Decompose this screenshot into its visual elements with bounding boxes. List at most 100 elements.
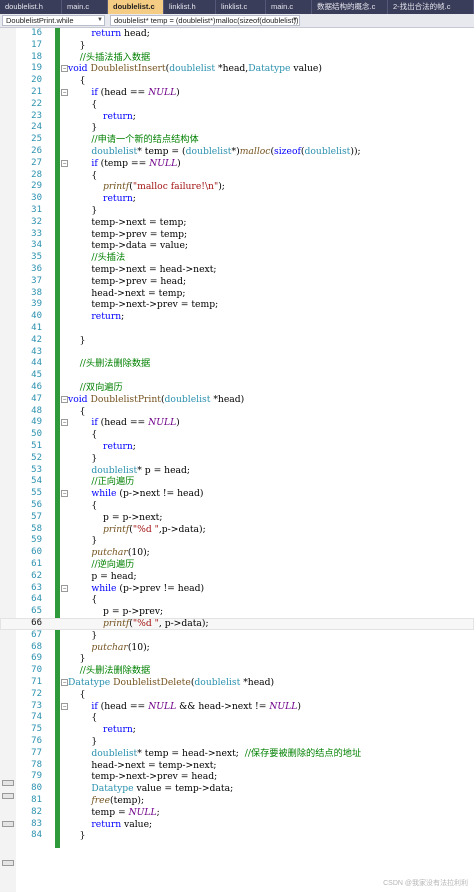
code-line[interactable]: 83 return value;	[0, 819, 474, 831]
code-line[interactable]: 73 − if (head == NULL && head->next != NU…	[0, 701, 474, 713]
tab-4[interactable]: linklist.h	[164, 0, 216, 14]
code-line[interactable]: 35 //头插法	[0, 252, 474, 264]
line-number: 58	[31, 523, 42, 534]
line-number: 18	[31, 51, 42, 62]
code-line[interactable]: 19 − void DoublelistInsert(doublelist *hea…	[0, 63, 474, 75]
code-line[interactable]: 44 //头删法删除数据	[0, 358, 474, 370]
code-line[interactable]: 48 {	[0, 406, 474, 418]
code-line[interactable]: 46 //双向遍历	[0, 382, 474, 394]
scope-dropdown[interactable]: DoublelistPrint.while ▼	[2, 15, 105, 26]
code-line[interactable]: 34 temp->data = value;	[0, 240, 474, 252]
code-line[interactable]: 47 − void DoublelistPrint(doublelist *head…	[0, 394, 474, 406]
code-line[interactable]: 22 {	[0, 99, 474, 111]
code-line[interactable]: 62 p = head;	[0, 571, 474, 583]
tab-1[interactable]: doublelist.h	[0, 0, 62, 14]
line-number: 81	[31, 795, 42, 805]
code-line[interactable]: 50 {	[0, 429, 474, 441]
code-text: return;	[103, 110, 136, 122]
tab-5[interactable]: linklist.c	[216, 0, 266, 14]
code-line[interactable]: 80 Datatype value = temp->data;	[0, 783, 474, 795]
code-line[interactable]: 70 //头删法删除数据	[0, 665, 474, 677]
code-line[interactable]: 43	[0, 347, 474, 359]
code-line[interactable]: 29 printf("malloc failure!\n");	[0, 181, 474, 193]
collapse-icon[interactable]: −	[61, 584, 68, 592]
code-editor[interactable]: 16 return head; 17 } 18 //头插法插入数据 19− void D…	[0, 28, 474, 892]
code-line[interactable]: 31 }	[0, 205, 474, 217]
line-number: 44	[31, 358, 42, 369]
tab-2[interactable]: main.c	[62, 0, 108, 14]
code-line[interactable]: 71 − Datatype DoublelistDelete(doublelist …	[0, 677, 474, 689]
code-line[interactable]: 75 return;	[0, 724, 474, 736]
line-number: 33	[31, 228, 42, 239]
code-line[interactable]: 40 return;	[0, 311, 474, 323]
code-line[interactable]: 67 }	[0, 630, 474, 642]
code-line[interactable]: 26 doublelist* temp = (doublelist*)mallo…	[0, 146, 474, 158]
collapse-icon[interactable]: −	[61, 89, 68, 96]
collapse-icon[interactable]: −	[61, 490, 68, 498]
collapse-icon[interactable]: −	[61, 159, 68, 167]
code-line[interactable]: 28 {	[0, 170, 474, 182]
code-line[interactable]: 23 return;	[0, 111, 474, 123]
code-line[interactable]: 16 return head;	[0, 28, 474, 40]
code-line[interactable]: 74 {	[0, 712, 474, 724]
collapse-icon[interactable]: −	[61, 419, 68, 427]
code-line[interactable]: 45	[0, 370, 474, 382]
collapse-icon[interactable]: −	[61, 395, 68, 403]
code-line[interactable]: 51 return;	[0, 441, 474, 453]
code-line[interactable]: 79 temp->next->prev = head;	[0, 771, 474, 783]
line-number: 80	[31, 783, 42, 794]
code-line[interactable]: 17 }	[0, 40, 474, 52]
tab-8[interactable]: 2-找出合法的帧.c	[388, 0, 474, 14]
code-line[interactable]: 66 printf("%d ", p->data);	[0, 618, 474, 630]
code-line[interactable]: 18 //头插法插入数据	[0, 52, 474, 64]
code-line[interactable]: 61 //逆向遍历	[0, 559, 474, 571]
code-line[interactable]: 21 − if (head == NULL)	[0, 87, 474, 99]
code-line[interactable]: 82 temp = NULL;	[0, 807, 474, 819]
code-line[interactable]: 60 putchar(10);	[0, 547, 474, 559]
code-line[interactable]: 37 temp->prev = head;	[0, 276, 474, 288]
code-line[interactable]: 57 p = p->next;	[0, 512, 474, 524]
code-line[interactable]: 69 }	[0, 653, 474, 665]
code-line[interactable]: 76 }	[0, 736, 474, 748]
code-line[interactable]: 59 }	[0, 535, 474, 547]
code-line[interactable]: 42 }	[0, 335, 474, 347]
code-line[interactable]: 30 return;	[0, 193, 474, 205]
code-line[interactable]: 56 {	[0, 500, 474, 512]
code-line[interactable]: 63 − while (p->prev != head)	[0, 583, 474, 595]
code-line[interactable]: 39 temp->next->prev = temp;	[0, 299, 474, 311]
code-line[interactable]: 77 doublelist* temp = head->next; //保存要被…	[0, 748, 474, 760]
code-line[interactable]: 33 temp->prev = temp;	[0, 229, 474, 241]
code-line[interactable]: 55 − while (p->next != head)	[0, 488, 474, 500]
line-number: 31	[31, 205, 42, 215]
code-line[interactable]: 49 − if (head == NULL)	[0, 417, 474, 429]
code-line[interactable]: 72 {	[0, 689, 474, 701]
code-text: temp->next = head->next;	[68, 264, 217, 275]
tab-3[interactable]: doublelist.c	[108, 0, 164, 14]
code-text: }	[68, 39, 86, 51]
code-line[interactable]: 41	[0, 323, 474, 335]
code-line[interactable]: 53 doublelist* p = head;	[0, 465, 474, 477]
code-line[interactable]: 24 }	[0, 122, 474, 134]
code-line[interactable]: 58 printf("%d ",p->data);	[0, 524, 474, 536]
code-line[interactable]: 36 temp->next = head->next;	[0, 264, 474, 276]
code-line[interactable]: 84 }	[0, 830, 474, 842]
member-dropdown[interactable]: doublelist* temp = (doublelist*)malloc(s…	[110, 15, 300, 26]
code-line[interactable]: 64 {	[0, 594, 474, 606]
code-line[interactable]: 68 putchar(10);	[0, 642, 474, 654]
code-line[interactable]: 25 //申请一个新的结点结构体	[0, 134, 474, 146]
code-line[interactable]: 65 p = p->prev;	[0, 606, 474, 618]
code-line[interactable]: 38 head->next = temp;	[0, 288, 474, 300]
collapse-icon[interactable]: −	[61, 679, 68, 686]
code-line[interactable]: 20 {	[0, 75, 474, 87]
code-line[interactable]: 27 − if (temp == NULL)	[0, 158, 474, 170]
tab-7[interactable]: 数据结构的概念.c	[312, 0, 388, 14]
code-line[interactable]: 81 free(temp);	[0, 795, 474, 807]
code-line[interactable]: 78 head->next = temp->next;	[0, 760, 474, 772]
collapse-icon[interactable]: −	[61, 65, 68, 73]
watermark: CSDN @我家没有法拉利利	[383, 880, 468, 887]
code-line[interactable]: 52 }	[0, 453, 474, 465]
tab-6[interactable]: main.c	[266, 0, 312, 14]
collapse-icon[interactable]: −	[61, 702, 68, 710]
code-line[interactable]: 32 temp->next = temp;	[0, 217, 474, 229]
code-line[interactable]: 54 //正向遍历	[0, 476, 474, 488]
